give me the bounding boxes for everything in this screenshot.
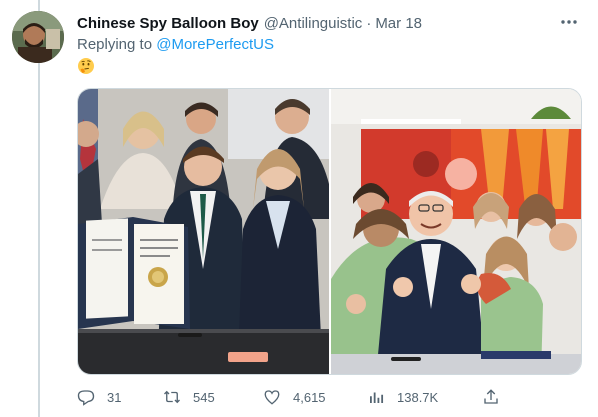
header-separator: · [366, 14, 372, 32]
tweet-date[interactable]: Mar 18 [375, 15, 422, 32]
media-gallery[interactable] [77, 88, 582, 375]
thinking-face-icon [77, 57, 95, 75]
bill-signing-group-photo[interactable] [78, 89, 329, 374]
replying-to: Replying to @MorePerfectUS [77, 36, 274, 53]
retweet-count: 545 [193, 389, 215, 405]
reply-mention-link[interactable]: @MorePerfectUS [156, 36, 274, 53]
replying-to-label: Replying to [77, 36, 153, 53]
retweet-button[interactable]: 545 [163, 383, 215, 411]
display-name[interactable]: Chinese Spy Balloon Boy [77, 15, 259, 32]
view-count: 138.7K [397, 389, 439, 405]
reply-button[interactable]: 31 [77, 383, 121, 411]
retweet-icon [164, 390, 180, 404]
like-count: 4,615 [293, 389, 326, 405]
heart-icon [264, 390, 280, 405]
views-button[interactable]: 138.7K [367, 383, 438, 411]
reply-icon [77, 390, 95, 406]
more-options-icon[interactable] [558, 12, 580, 32]
share-button[interactable] [482, 383, 512, 411]
user-handle[interactable]: @Antilinguistic [264, 15, 363, 32]
share-icon [484, 389, 498, 404]
tweet-actions: 31 545 4,615 138.7K [77, 383, 507, 411]
reply-count: 31 [107, 389, 122, 405]
avatar[interactable] [12, 11, 64, 63]
analytics-icon [370, 392, 384, 403]
classroom-hug-photo[interactable] [330, 89, 581, 374]
like-button[interactable]: 4,615 [263, 383, 326, 411]
tweet-header: Chinese Spy Balloon Boy @Antilinguistic … [77, 13, 578, 33]
